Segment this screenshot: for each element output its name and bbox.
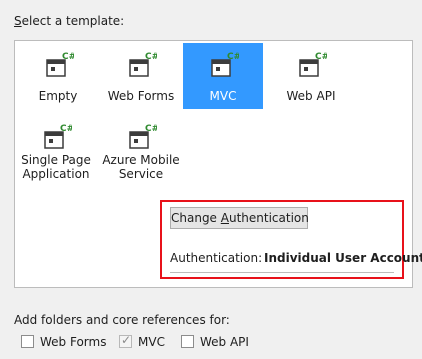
template-label: Web Forms xyxy=(107,89,175,103)
select-template-label-mnemonic: S xyxy=(14,14,22,28)
change-authentication-mnemonic: A xyxy=(220,211,229,225)
authentication-value: Individual User Accounts xyxy=(264,251,422,265)
folder-option-web-api[interactable]: Web API xyxy=(181,334,249,350)
template-label-line2: Service xyxy=(118,167,164,181)
csharp-project-icon xyxy=(297,51,327,79)
template-label-line1: Single Page xyxy=(21,153,91,167)
authentication-highlight-box: Change Authentication Authentication: In… xyxy=(160,200,422,279)
select-template-label-rest: elect a template: xyxy=(21,14,125,28)
template-label-line2: Application xyxy=(22,167,90,181)
checkbox-label: Web Forms xyxy=(40,334,107,349)
template-web-api[interactable]: Web API xyxy=(271,43,351,109)
template-web-forms[interactable]: Web Forms xyxy=(101,43,181,109)
checkbox: ✓ xyxy=(119,333,132,348)
csharp-project-icon xyxy=(44,51,74,79)
csharp-project-icon xyxy=(209,51,239,79)
csharp-project-icon xyxy=(127,123,157,151)
csharp-project-icon xyxy=(42,123,72,151)
checkbox-label: Web API xyxy=(200,334,249,349)
template-label: Single Page Application xyxy=(16,153,96,181)
template-label-line1: Azure Mobile xyxy=(102,153,180,167)
template-label: MVC xyxy=(209,89,237,103)
folders-label: Add folders and core references for: xyxy=(14,313,230,327)
template-label: Azure Mobile Service xyxy=(101,153,181,181)
authentication-label: Authentication: xyxy=(170,251,263,265)
folder-option-web-forms[interactable]: Web Forms xyxy=(21,334,106,350)
template-label: Empty xyxy=(38,89,78,103)
template-single-page-application[interactable]: Single Page Application xyxy=(16,115,96,187)
csharp-project-icon xyxy=(127,51,157,79)
change-authentication-label-2: uthentication xyxy=(228,211,309,225)
checkbox[interactable] xyxy=(21,335,34,348)
template-list: Empty Web Forms MVC Web API Single Page … xyxy=(14,40,422,288)
folder-option-mvc: ✓ MVC xyxy=(119,333,165,350)
template-azure-mobile-service[interactable]: Azure Mobile Service xyxy=(101,115,181,187)
authentication-divider xyxy=(170,272,394,273)
change-authentication-label-1: Change xyxy=(171,211,221,225)
template-mvc[interactable]: MVC xyxy=(183,43,263,109)
select-template-label: Select a template: xyxy=(14,14,124,28)
template-label: Web API xyxy=(286,89,336,103)
checkbox[interactable] xyxy=(181,335,194,348)
template-empty[interactable]: Empty xyxy=(18,43,98,109)
checkbox-label: MVC xyxy=(138,334,165,349)
change-authentication-button[interactable]: Change Authentication xyxy=(170,207,309,229)
checkmark-icon: ✓ xyxy=(121,333,132,347)
